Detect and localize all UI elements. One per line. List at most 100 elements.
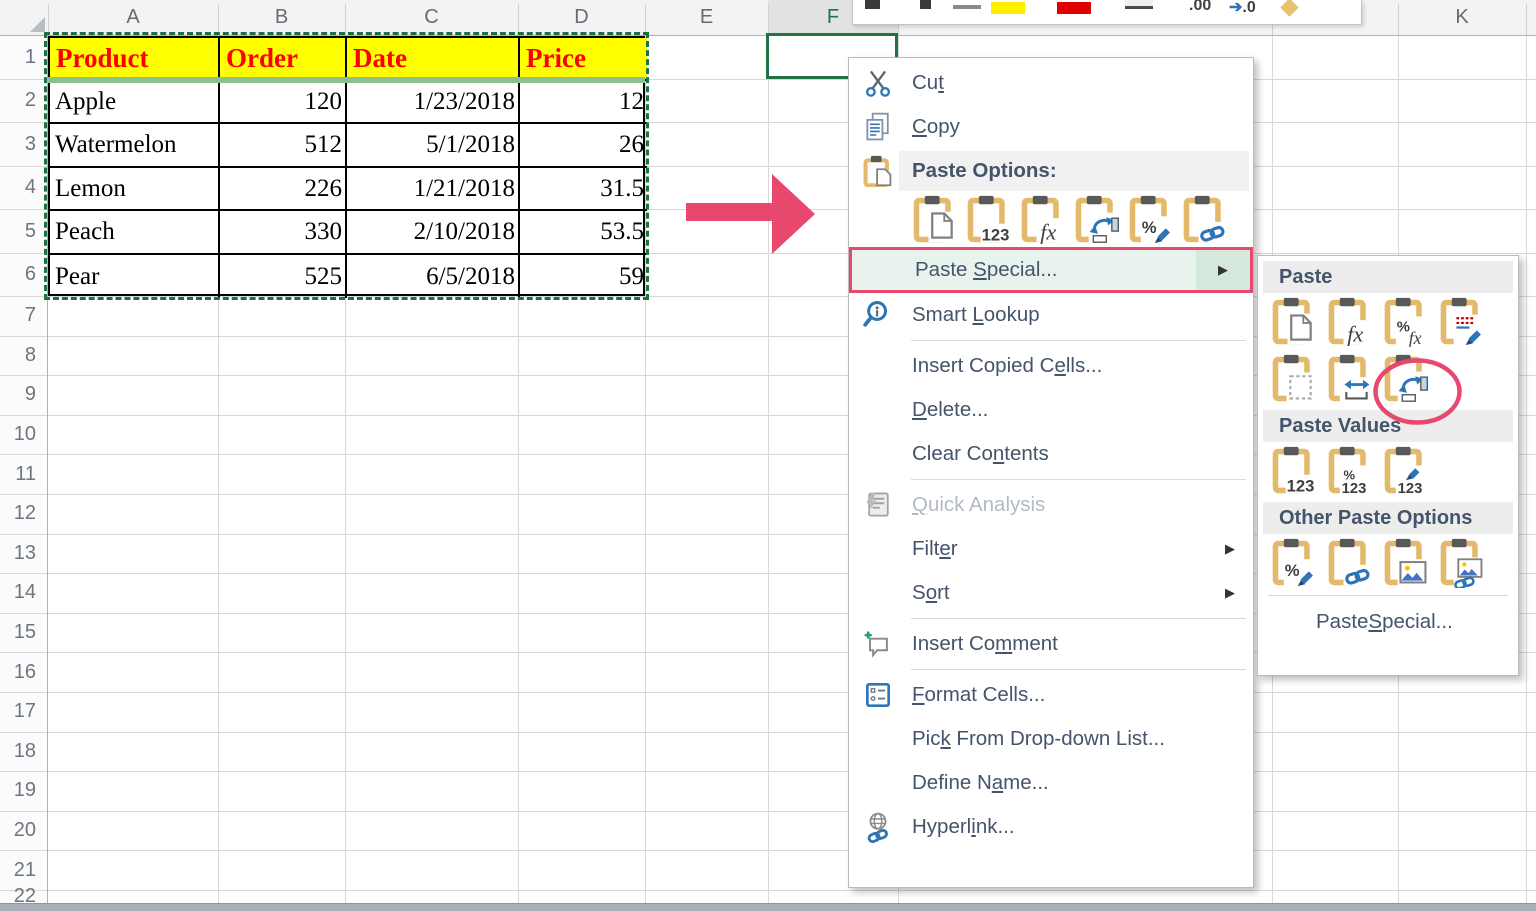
submenu-section-title: Other Paste Options (1263, 502, 1513, 534)
row-header-10[interactable]: 10 (0, 415, 47, 455)
row-header-label: 13 (14, 542, 36, 565)
horizontal-scrollbar[interactable] (0, 903, 1536, 911)
label-text: a (992, 771, 1003, 794)
row-header-4[interactable]: 4 (0, 166, 47, 209)
menu-item-cut[interactable]: Cut (849, 61, 1253, 105)
paste-option-values-icon[interactable]: 123 (965, 194, 1013, 246)
row-header-2[interactable]: 2 (0, 79, 47, 122)
paste-option-keep-source-column-widths-icon[interactable] (1326, 353, 1374, 405)
column-header-B[interactable]: B (218, 0, 345, 35)
paste-option-values-source-formatting-icon[interactable]: 123 (1382, 445, 1430, 497)
font-color-icon[interactable] (1057, 2, 1091, 14)
menu-item-clear-contents[interactable]: Clear Contents (849, 432, 1253, 476)
row-header-label: 11 (15, 463, 36, 486)
row-header-16[interactable]: 16 (0, 652, 47, 692)
paste-option-no-borders-icon[interactable] (1270, 353, 1318, 405)
row-header-12[interactable]: 12 (0, 494, 47, 534)
decrease-decimal-icon[interactable]: ➔.0 (1229, 0, 1256, 17)
paste-option-keep-source-formatting-icon[interactable] (1438, 296, 1486, 348)
menu-item-insert-copied-cells[interactable]: Insert Copied Cells... (849, 344, 1253, 388)
paste-option-formulas-number-formatting-icon[interactable]: %fx (1382, 296, 1430, 348)
menu-item-smart-lookup[interactable]: Smart Lookup (849, 293, 1253, 337)
paste-option-paste-icon[interactable] (911, 194, 959, 246)
select-all-corner[interactable] (0, 0, 48, 35)
row-header-6[interactable]: 6 (0, 253, 47, 296)
label-text: Hyperl (912, 815, 971, 838)
row-header-13[interactable]: 13 (0, 534, 47, 574)
row-header-label: 20 (14, 819, 36, 842)
menu-item-delete[interactable]: Delete... (849, 388, 1253, 432)
column-header-C[interactable]: C (345, 0, 518, 35)
paste-option-picture-icon[interactable] (1382, 537, 1430, 589)
format-painter-icon[interactable] (1280, 0, 1298, 17)
row-header-22[interactable]: 22 (0, 890, 47, 903)
menu-item-sort[interactable]: Sort▶ (849, 571, 1253, 615)
font-glyph-fragment[interactable] (920, 0, 931, 9)
highlight-color-icon[interactable] (991, 2, 1025, 14)
paste-submenu: Pastefx%fxPaste Values123%123123Other Pa… (1257, 255, 1519, 676)
format-cells-icon (861, 678, 895, 712)
menu-item-label: Filter (912, 537, 958, 561)
paste-option-formatting-icon[interactable]: % (1127, 194, 1175, 246)
column-header-E[interactable]: E (645, 0, 768, 35)
paste-option-formulas-icon[interactable]: fx (1019, 194, 1067, 246)
label-text: Define N (912, 771, 992, 794)
column-header-A[interactable]: A (48, 0, 218, 35)
menu-item-insert-comment[interactable]: Insert Comment (849, 622, 1253, 666)
row-header-label: 21 (14, 859, 36, 882)
label-text: Filt (912, 537, 939, 560)
paste-option-formatting-icon[interactable]: % (1270, 537, 1318, 589)
gridline (48, 811, 1536, 812)
row-header-label: 6 (25, 263, 36, 286)
row-header-11[interactable]: 11 (0, 454, 47, 494)
menu-item-label: Define Name... (912, 771, 1049, 795)
row-header-18[interactable]: 18 (0, 732, 47, 772)
menu-item-format-cells[interactable]: Format Cells... (849, 673, 1253, 717)
paste-option-link-icon[interactable] (1181, 194, 1229, 246)
row-header-14[interactable]: 14 (0, 573, 47, 613)
font-glyph-fragment[interactable] (865, 0, 880, 9)
row-header-17[interactable]: 17 (0, 692, 47, 732)
column-header-label: B (275, 6, 288, 29)
paste-option-formulas-icon[interactable]: fx (1326, 296, 1374, 348)
row-header-15[interactable]: 15 (0, 613, 47, 653)
menu-item-paste-special-dialog[interactable]: Paste Special... (1258, 600, 1518, 644)
paste-option-transpose-icon[interactable] (1382, 353, 1430, 405)
paste-option-linked-picture-icon[interactable] (1438, 537, 1486, 589)
submenu-arrow-zone[interactable]: ▶ (1196, 250, 1250, 290)
menu-item-label: Copy (912, 115, 960, 139)
menu-item-copy[interactable]: Copy (849, 105, 1253, 149)
increase-decimal-label[interactable]: .00 (1189, 0, 1211, 15)
row-header-20[interactable]: 20 (0, 811, 47, 851)
paste-option-paste-link-icon[interactable] (1326, 537, 1374, 589)
row-header-19[interactable]: 19 (0, 771, 47, 811)
underline-icon[interactable] (953, 5, 981, 9)
menu-item-paste-special[interactable]: Paste Special...▶ (849, 247, 1253, 293)
marching-ants-border (44, 32, 649, 300)
row-header-5[interactable]: 5 (0, 209, 47, 253)
menu-item-filter[interactable]: Filter▶ (849, 527, 1253, 571)
row-header-8[interactable]: 8 (0, 336, 47, 376)
paste-option-values-icon[interactable]: 123 (1270, 445, 1318, 497)
row-header-3[interactable]: 3 (0, 122, 47, 166)
paste-option-paste-icon[interactable] (1270, 296, 1318, 348)
column-header-D[interactable]: D (518, 0, 645, 35)
menu-item-pick-from-list[interactable]: Pick From Drop-down List... (849, 717, 1253, 761)
borders-icon[interactable] (1125, 0, 1153, 9)
paste-option-transpose-icon[interactable] (1073, 194, 1121, 246)
row-header-7[interactable]: 7 (0, 296, 47, 336)
mini-toolbar: .00 ➔.0 (852, 0, 1362, 25)
header-divider (645, 4, 646, 35)
context-menu: CutCopyPaste Options:123fx%Paste Special… (848, 57, 1254, 888)
menu-separator (911, 479, 1246, 480)
menu-item-define-name[interactable]: Define Name... (849, 761, 1253, 805)
row-header-strip: 12345678910111213141516171819202122 (0, 36, 48, 903)
paste-option-values-number-formatting-icon[interactable]: %123 (1326, 445, 1374, 497)
column-header-K[interactable]: K (1398, 0, 1526, 35)
menu-item-hyperlink[interactable]: Hyperlink... (849, 805, 1253, 849)
menu-item-label: Hyperlink... (912, 815, 1015, 839)
menu-item-quick-analysis[interactable]: Quick Analysis (849, 483, 1253, 527)
row-header-9[interactable]: 9 (0, 375, 47, 415)
globe-link-icon (861, 810, 895, 844)
row-header-1[interactable]: 1 (0, 36, 47, 79)
